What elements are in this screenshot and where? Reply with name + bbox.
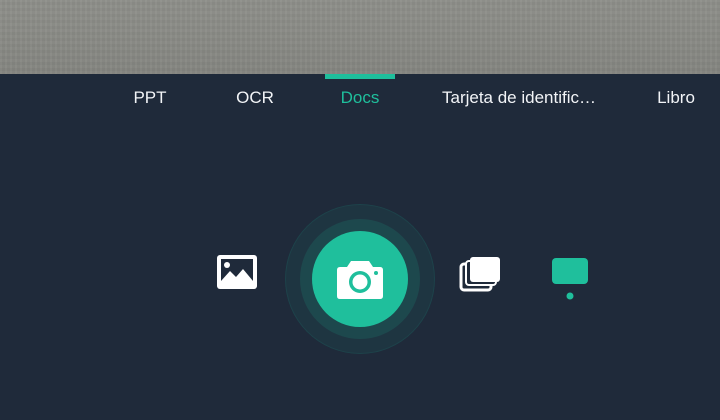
tab-libro[interactable]: Libro: [645, 74, 707, 122]
single-mode-button[interactable]: [548, 254, 592, 302]
tab-docs[interactable]: Docs: [330, 74, 390, 122]
tab-ocr[interactable]: OCR: [225, 74, 285, 122]
camera-viewfinder[interactable]: [0, 0, 720, 74]
stacked-pages-icon: [459, 257, 500, 292]
single-page-mode-icon: [552, 258, 588, 300]
capture-controls: [0, 200, 720, 360]
tab-id-card[interactable]: Tarjeta de identific…: [436, 74, 602, 122]
gallery-button[interactable]: [214, 252, 260, 292]
batch-capture-button[interactable]: [458, 254, 504, 294]
shutter-button[interactable]: [312, 231, 408, 327]
scan-mode-tabs: PPT OCR Docs Tarjeta de identific… Libro: [0, 74, 720, 122]
tab-ppt[interactable]: PPT: [120, 74, 180, 122]
camera-icon: [337, 261, 383, 299]
camera-screen: PPT OCR Docs Tarjeta de identific… Libro: [0, 0, 720, 420]
image-gallery-icon: [217, 255, 257, 289]
